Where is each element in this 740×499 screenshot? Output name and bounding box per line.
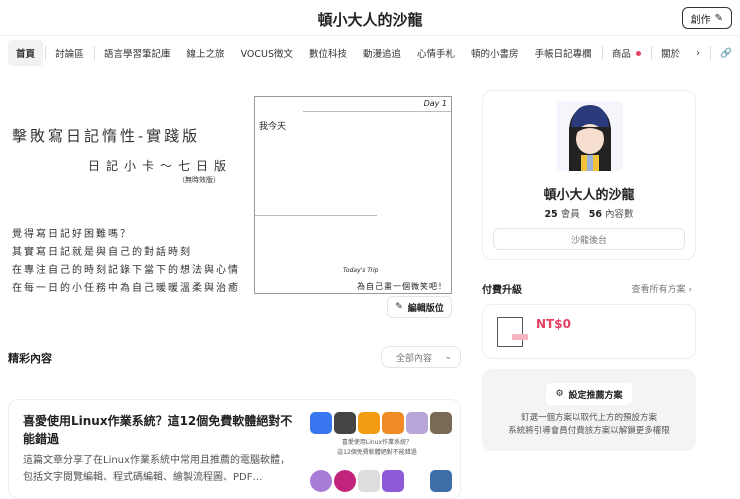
link-icon[interactable]: 🔗 xyxy=(712,40,740,66)
plan-card[interactable]: NT$0 xyxy=(482,304,696,359)
diary-card: Day 1 我今天 Today's Trip 為自己畫一個微笑吧！ xyxy=(254,96,452,294)
set-recommended-plan-button[interactable]: ⚙ 設定推薦方案 xyxy=(546,383,631,405)
divider xyxy=(255,215,377,216)
recommended-plan-panel: ⚙ 設定推薦方案 釘選一個方案以取代上方的預設方案系統將引導會員付費該方案以解鎖更… xyxy=(482,369,696,451)
chevron-down-icon: ⌄ xyxy=(444,352,452,362)
salon-profile-card: 頓小大人的沙龍 25 會員 56 內容數 沙龍後台 xyxy=(482,90,696,260)
post-label: 內容數 xyxy=(605,209,634,220)
banner-line: 覺得寫日記好困難嗎？ xyxy=(12,225,132,240)
tab-shop-label: 商品 xyxy=(612,46,631,60)
filter-value: 全部內容 xyxy=(396,351,432,364)
tab-mood[interactable]: 心情手札 xyxy=(409,40,463,66)
salon-title: 頓小大人的沙龍 xyxy=(0,9,740,30)
card-draw: 為自己畫一個微笑吧！ xyxy=(357,281,447,292)
tab-books[interactable]: 頓的小書房 xyxy=(463,40,527,66)
plan-price: NT$0 xyxy=(536,317,571,331)
rec-button-label: 設定推薦方案 xyxy=(569,388,623,401)
gear-icon: ⚙ xyxy=(555,389,563,399)
nav-tabs: 首頁 討論區 語言學習筆記庫 線上之旅 VOCUS徵文 數位科技 動漫追追 心情… xyxy=(8,40,740,66)
tab-journal[interactable]: 手帳日記專欄 xyxy=(527,40,600,66)
pencil-icon: ✎ xyxy=(395,302,403,312)
app-icon xyxy=(406,412,428,434)
rec-line: 系統將引導會員付費該方案以解鎖更多權限 xyxy=(508,426,670,436)
rec-line: 釘選一個方案以取代上方的預設方案 xyxy=(521,413,657,423)
profile-stats: 25 會員 56 內容數 xyxy=(483,206,695,220)
plans-title: 付費升級 xyxy=(482,281,522,296)
create-button[interactable]: 創作 ✎ xyxy=(682,7,732,29)
app-icon xyxy=(334,412,356,434)
app-icon xyxy=(310,470,332,492)
view-all-plans-link[interactable]: 查看所有方案 › xyxy=(632,282,692,295)
card-me: 我今天 xyxy=(259,119,286,132)
tab-forum[interactable]: 討論區 xyxy=(47,40,92,66)
tab-shop[interactable]: 商品 xyxy=(604,40,649,66)
salon-admin-button[interactable]: 沙龍後台 xyxy=(493,228,685,250)
app-icon xyxy=(334,470,356,492)
rec-description: 釘選一個方案以取代上方的預設方案系統將引導會員付費該方案以解鎖更多權限 xyxy=(482,412,696,438)
edit-icon: ✎ xyxy=(715,13,723,24)
caption-line: 這12個免費軟體絕對不能錯過 xyxy=(302,448,452,458)
app-icon xyxy=(406,470,428,492)
post-count: 56 xyxy=(589,209,602,220)
tab-home[interactable]: 首頁 xyxy=(8,40,43,66)
section-title: 精彩內容 xyxy=(8,350,52,366)
app-icon xyxy=(430,412,452,434)
banner-title: 擊敗寫日記惰性-實踐版 xyxy=(12,125,200,146)
post-excerpt: 這篇文章分享了在Linux作業系統中常用且推薦的電腦軟體，包括文字閱覽編輯、程式… xyxy=(23,452,293,486)
notification-dot xyxy=(636,51,641,56)
tab-anime[interactable]: 動漫追追 xyxy=(355,40,409,66)
member-count: 25 xyxy=(544,209,557,220)
header: 頓小大人的沙龍 創作 ✎ xyxy=(0,0,740,36)
app-icon xyxy=(358,470,380,492)
nav-next-button[interactable]: › xyxy=(688,40,708,66)
profile-name: 頓小大人的沙龍 xyxy=(483,184,695,203)
app-icon xyxy=(430,470,452,492)
app-icon xyxy=(358,412,380,434)
banner-line: 其實寫日記就是與自己的對話時刻 xyxy=(12,243,192,258)
post-title[interactable]: 喜愛使用Linux作業系統？這12個免費軟體絕對不能錯過 xyxy=(23,412,293,448)
document-icon xyxy=(497,317,523,347)
content-filter-select[interactable]: 全部內容 ⌄ xyxy=(381,346,461,368)
banner-subtitle: 日記小卡～七日版 xyxy=(88,157,232,174)
tab-about[interactable]: 關於 xyxy=(653,40,688,66)
app-icon xyxy=(310,412,332,434)
caption-line: 喜愛使用Linux作業系統？ xyxy=(302,438,452,448)
thumb-caption: 喜愛使用Linux作業系統？這12個免費軟體絕對不能錯過 xyxy=(302,438,452,458)
app-icon xyxy=(382,412,404,434)
banner-line: 在專注自己的時刻記錄下當下的想法與心情 xyxy=(12,261,240,276)
tab-language[interactable]: 語言學習筆記庫 xyxy=(96,40,179,66)
banner-note: （無時效版） xyxy=(178,175,220,185)
divider xyxy=(303,111,451,112)
avatar xyxy=(557,101,623,171)
member-label: 會員 xyxy=(561,209,580,220)
edit-banner-button[interactable]: ✎ 編輯版位 xyxy=(387,296,452,318)
tab-travel[interactable]: 線上之旅 xyxy=(179,40,233,66)
tab-vocus[interactable]: VOCUS徵文 xyxy=(233,40,301,66)
card-trip: Today's Trip xyxy=(343,267,378,274)
banner-line: 在每一日的小任務中為自己暖暖溫柔與治癒 xyxy=(12,279,240,294)
tab-tech[interactable]: 數位科技 xyxy=(301,40,355,66)
post-thumbnail: 喜愛使用Linux作業系統？這12個免費軟體絕對不能錯過 xyxy=(302,410,452,490)
card-day: Day 1 xyxy=(424,99,447,108)
app-icon xyxy=(382,470,404,492)
create-label: 創作 xyxy=(691,11,711,26)
post-card[interactable]: 喜愛使用Linux作業系統？這12個免費軟體絕對不能錯過 這篇文章分享了在Lin… xyxy=(8,399,461,499)
edit-banner-label: 編輯版位 xyxy=(408,301,444,314)
